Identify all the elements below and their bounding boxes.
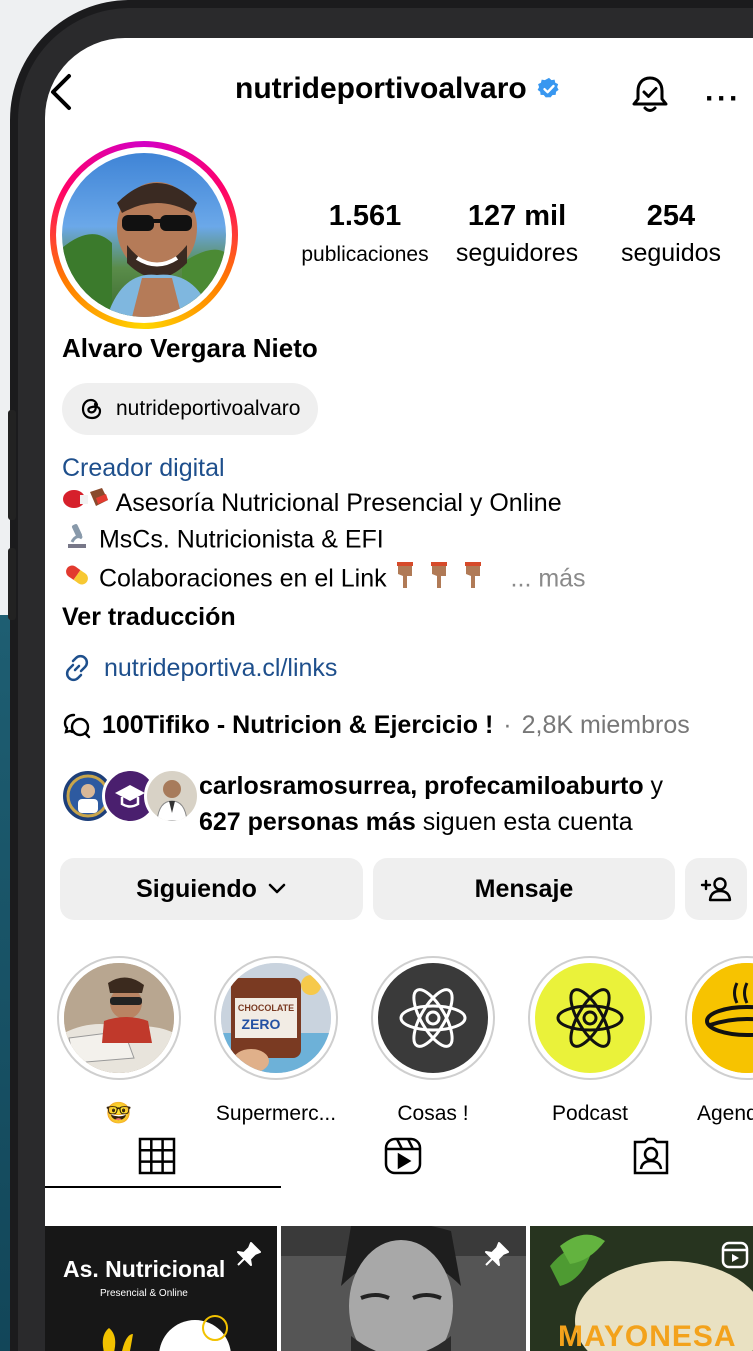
post-tile[interactable]: As. Nutricional Presencial & Online (45, 1226, 277, 1351)
following-count: 254 (646, 200, 696, 232)
following-label: seguidos (620, 239, 722, 267)
phone-side-button (8, 548, 16, 620)
highlight-label: Supermerc... (215, 1102, 337, 1125)
community-separator: · (503, 710, 512, 739)
post-tile[interactable]: MAYONESA (530, 1226, 753, 1351)
pointing-down-icons (394, 560, 504, 600)
add-person-icon (700, 877, 732, 902)
highlight-label: Podcast (552, 1102, 628, 1125)
microscope-icon (62, 522, 92, 560)
avatar-photo (62, 153, 226, 317)
highlight-item[interactable]: 🤓 (57, 956, 181, 1126)
message-button-label: Mensaje (474, 874, 574, 903)
pinned-icon (237, 1242, 261, 1266)
active-tab-indicator (45, 1186, 281, 1188)
profile-header: nutrideportivoalvaro ··· (45, 38, 753, 138)
more-options-icon[interactable]: ··· (705, 82, 741, 116)
post-tile-title: As. Nutricional (63, 1256, 226, 1282)
username-text: nutrideportivoalvaro (235, 72, 527, 105)
bio-line-3-text: Colaboraciones en el Link (98, 565, 387, 593)
bio-line-1: Asesoría Nutricional Presencial y Online (62, 486, 742, 522)
highlight-cover (64, 963, 174, 1073)
pill-icon (62, 561, 92, 599)
followers-label: seguidores (455, 239, 579, 267)
reels-tab-icon[interactable] (383, 1136, 423, 1176)
reel-icon (721, 1241, 749, 1269)
highlight-cover (692, 963, 753, 1073)
post-tile-title: MAYONESA (558, 1320, 737, 1351)
posts-count: 1.561 (328, 200, 402, 232)
verified-badge-icon (537, 77, 559, 98)
pinned-icon (485, 1242, 509, 1266)
following-button[interactable]: Siguiendo (60, 858, 363, 920)
atom-icon (556, 988, 624, 1048)
link-icon (65, 654, 89, 682)
community-members: 2,8K miembros (521, 710, 690, 739)
followed-by-count: 627 personas más (199, 808, 416, 836)
community-channel[interactable]: 100Tifiko - Nutricion & Ejercicio ! · 2,… (62, 710, 690, 740)
followed-by[interactable]: carlosramosurrea, profecamiloaburto y 62… (60, 768, 663, 836)
bio-line-2-text: MsCs. Nutricionista & EFI (98, 526, 384, 554)
post-tile[interactable] (281, 1226, 526, 1351)
chat-channel-icon (63, 713, 91, 739)
profile-avatar[interactable] (50, 141, 238, 329)
translate-link[interactable]: Ver traducción (62, 600, 742, 635)
posts-label: publicaciones (301, 243, 429, 266)
followed-by-names: carlosramosurrea, profecamiloaburto (199, 772, 644, 800)
grid-tab-icon[interactable] (137, 1136, 177, 1176)
more-link[interactable]: ... más (511, 565, 586, 593)
profile-link[interactable]: nutrideportiva.cl/links (62, 653, 337, 683)
following-stat[interactable]: 254 seguidos (611, 200, 731, 268)
highlight-item[interactable]: Agend (685, 956, 753, 1126)
tagged-tab-icon[interactable] (631, 1136, 671, 1176)
highlight-cover (378, 963, 488, 1073)
bio-line-1-text: Asesoría Nutricional Presencial y Online (115, 489, 562, 517)
follower-avatar (144, 768, 200, 824)
threads-handle: nutrideportivoalvaro (116, 397, 301, 420)
suggest-users-button[interactable] (685, 858, 747, 920)
highlight-item[interactable]: Podcast (528, 956, 652, 1126)
highlight-item[interactable]: Cosas ! (371, 956, 495, 1126)
message-button[interactable]: Mensaje (373, 858, 675, 920)
highlight-label: Agend (697, 1102, 753, 1125)
threads-icon (81, 398, 102, 420)
highlight-label: Cosas ! (397, 1102, 469, 1125)
header-username: nutrideportivoalvaro (235, 72, 561, 106)
phone-volume-button (8, 410, 16, 520)
following-button-label: Siguiendo (136, 874, 257, 903)
profile-bio: Creador digital Asesoría Nutricional Pre… (62, 451, 742, 635)
profile-category: Creador digital (62, 454, 225, 482)
highlight-product-text: ZERO (242, 1016, 281, 1032)
link-text: nutrideportiva.cl/links (104, 653, 338, 682)
atom-icon (399, 988, 467, 1048)
highlight-label: 🤓 (105, 1102, 133, 1125)
highlight-cover (535, 963, 645, 1073)
threads-badge[interactable]: nutrideportivoalvaro (62, 383, 319, 435)
highlight-item[interactable]: CHOCOLATE ZERO Supermerc... (214, 956, 338, 1126)
community-name: 100Tifiko - Nutricion & Ejercicio ! (102, 710, 494, 739)
posts-stat[interactable]: 1.561 publicaciones (295, 200, 435, 267)
profile-name: Alvaro Vergara Nieto (62, 333, 318, 363)
calendar-plate-icon (692, 963, 753, 1073)
highlight-cover: CHOCOLATE ZERO (221, 963, 331, 1073)
bio-line-2: MsCs. Nutricionista & EFI (62, 522, 742, 560)
chevron-down-icon (268, 883, 286, 894)
followed-by-and: y (643, 772, 664, 800)
followers-count: 127 mil (467, 200, 567, 232)
followed-by-suffix: siguen esta cuenta (415, 808, 633, 836)
followed-by-text: carlosramosurrea, profecamiloaburto y 62… (199, 768, 753, 840)
boxing-glove-icon (62, 486, 110, 522)
back-arrow-icon[interactable] (47, 72, 81, 112)
notification-bell-icon[interactable] (630, 74, 670, 114)
app-screen: nutrideportivoalvaro ··· 1.561 publicaci… (45, 38, 753, 1351)
post-tile-subtitle: Presencial & Online (100, 1288, 188, 1299)
highlight-product-text: CHOCOLATE (238, 1003, 294, 1013)
followers-stat[interactable]: 127 mil seguidores (443, 200, 591, 268)
bio-line-3: Colaboraciones en el Link ... más (62, 560, 742, 600)
